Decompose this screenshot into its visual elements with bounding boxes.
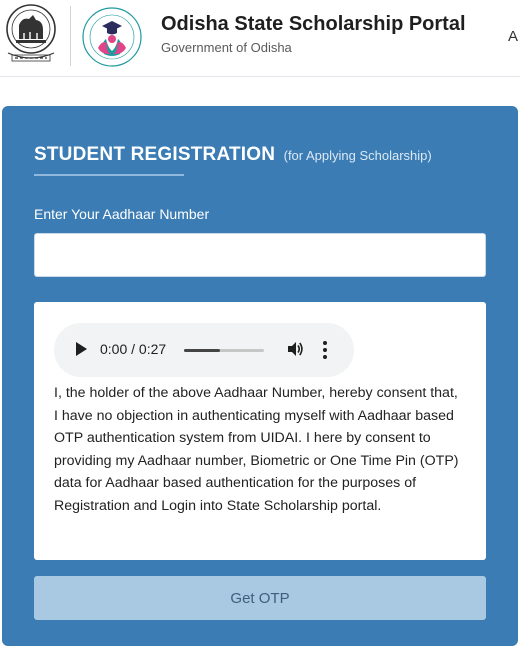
play-icon[interactable] bbox=[76, 342, 87, 356]
registration-title: STUDENT REGISTRATION bbox=[34, 144, 276, 165]
portal-title: Odisha State Scholarship Portal bbox=[161, 13, 466, 35]
portal-subtitle: Government of Odisha bbox=[161, 40, 292, 55]
registration-heading: STUDENT REGISTRATION (for Applying Schol… bbox=[34, 144, 432, 166]
aadhaar-label: Enter Your Aadhaar Number bbox=[34, 206, 210, 222]
registration-card: STUDENT REGISTRATION (for Applying Schol… bbox=[2, 106, 518, 646]
volume-icon[interactable] bbox=[286, 340, 304, 358]
nav-link-partial[interactable]: A bbox=[508, 28, 518, 45]
audio-progress-fill bbox=[184, 349, 220, 352]
consent-text: I, the holder of the above Aadhaar Numbe… bbox=[54, 385, 459, 514]
header-divider bbox=[70, 6, 71, 66]
odisha-emblem-icon bbox=[6, 4, 56, 62]
site-header: Odisha State Scholarship Portal Governme… bbox=[0, 0, 520, 77]
registration-title-note: (for Applying Scholarship) bbox=[283, 148, 432, 163]
get-otp-button[interactable]: Get OTP bbox=[34, 576, 486, 620]
consent-box: 0:00 / 0:27 I, the holder of the above A… bbox=[34, 302, 486, 560]
more-options-icon[interactable] bbox=[322, 340, 328, 360]
aadhaar-input[interactable] bbox=[34, 233, 486, 277]
audio-time: 0:00 / 0:27 bbox=[100, 341, 167, 357]
audio-player[interactable]: 0:00 / 0:27 bbox=[54, 323, 354, 377]
audio-progress-bar[interactable] bbox=[184, 349, 264, 352]
title-underline bbox=[34, 174, 184, 176]
scholarship-logo-icon bbox=[82, 7, 142, 67]
